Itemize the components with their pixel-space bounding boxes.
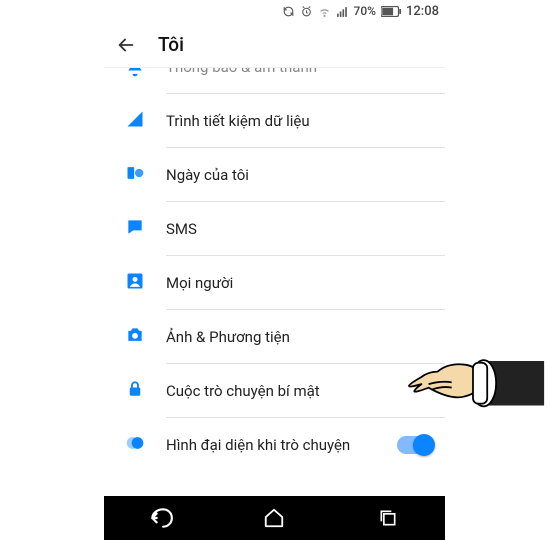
battery-icon bbox=[381, 6, 401, 17]
data-saver-icon bbox=[125, 109, 145, 133]
list-item-label: SMS bbox=[166, 220, 197, 238]
list-item-label: Trình tiết kiệm dữ liệu bbox=[166, 112, 310, 130]
chat-heads-toggle[interactable] bbox=[397, 436, 433, 454]
list-item-label: Mọi người bbox=[166, 274, 233, 292]
list-item-my-day[interactable]: Ngày của tôi bbox=[104, 148, 445, 202]
wifi-icon bbox=[318, 5, 331, 18]
status-bar: 70% 12:08 bbox=[104, 0, 445, 22]
list-item-sms[interactable]: SMS bbox=[104, 202, 445, 256]
nav-recent-button[interactable] bbox=[375, 505, 401, 531]
chat-head-icon bbox=[125, 433, 145, 457]
my-day-icon bbox=[125, 163, 145, 187]
list-item-label: Thông báo & âm thanh bbox=[166, 68, 317, 76]
person-icon bbox=[125, 271, 145, 295]
battery-percent: 70% bbox=[354, 4, 376, 18]
list-item-data-saver[interactable]: Trình tiết kiệm dữ liệu bbox=[104, 94, 445, 148]
back-button[interactable] bbox=[114, 33, 138, 57]
list-item-label: Ảnh & Phương tiện bbox=[166, 328, 290, 346]
signal-icon bbox=[336, 5, 349, 18]
lock-icon bbox=[126, 379, 144, 403]
android-nav-bar bbox=[104, 496, 445, 540]
list-item-people[interactable]: Mọi người bbox=[104, 256, 445, 310]
list-item-chat-heads[interactable]: Hình đại diện khi trò chuyện bbox=[104, 418, 445, 472]
camera-icon bbox=[125, 325, 145, 349]
alarm-icon bbox=[300, 5, 313, 18]
list-item-photos-media[interactable]: Ảnh & Phương tiện bbox=[104, 310, 445, 364]
list-item-secret-conversations[interactable]: Cuộc trò chuyện bí mật bbox=[104, 364, 445, 418]
list-item-label: Ngày của tôi bbox=[166, 166, 249, 184]
nav-back-button[interactable] bbox=[148, 505, 174, 531]
rotate-icon bbox=[282, 5, 295, 18]
list-item-label: Cuộc trò chuyện bí mật bbox=[166, 382, 320, 400]
clock-text: 12:08 bbox=[406, 4, 439, 19]
page-title: Tôi bbox=[158, 33, 184, 56]
phone-frame: 70% 12:08 Tôi Thông báo & âm thanh Trình… bbox=[104, 0, 445, 540]
bell-icon bbox=[125, 68, 145, 82]
settings-list[interactable]: Thông báo & âm thanh Trình tiết kiệm dữ … bbox=[104, 68, 445, 496]
list-item-label: Hình đại diện khi trò chuyện bbox=[166, 436, 350, 454]
app-bar: Tôi bbox=[104, 22, 445, 68]
list-item-notifications[interactable]: Thông báo & âm thanh bbox=[104, 68, 445, 94]
chat-icon bbox=[125, 217, 145, 241]
nav-home-button[interactable] bbox=[261, 505, 287, 531]
